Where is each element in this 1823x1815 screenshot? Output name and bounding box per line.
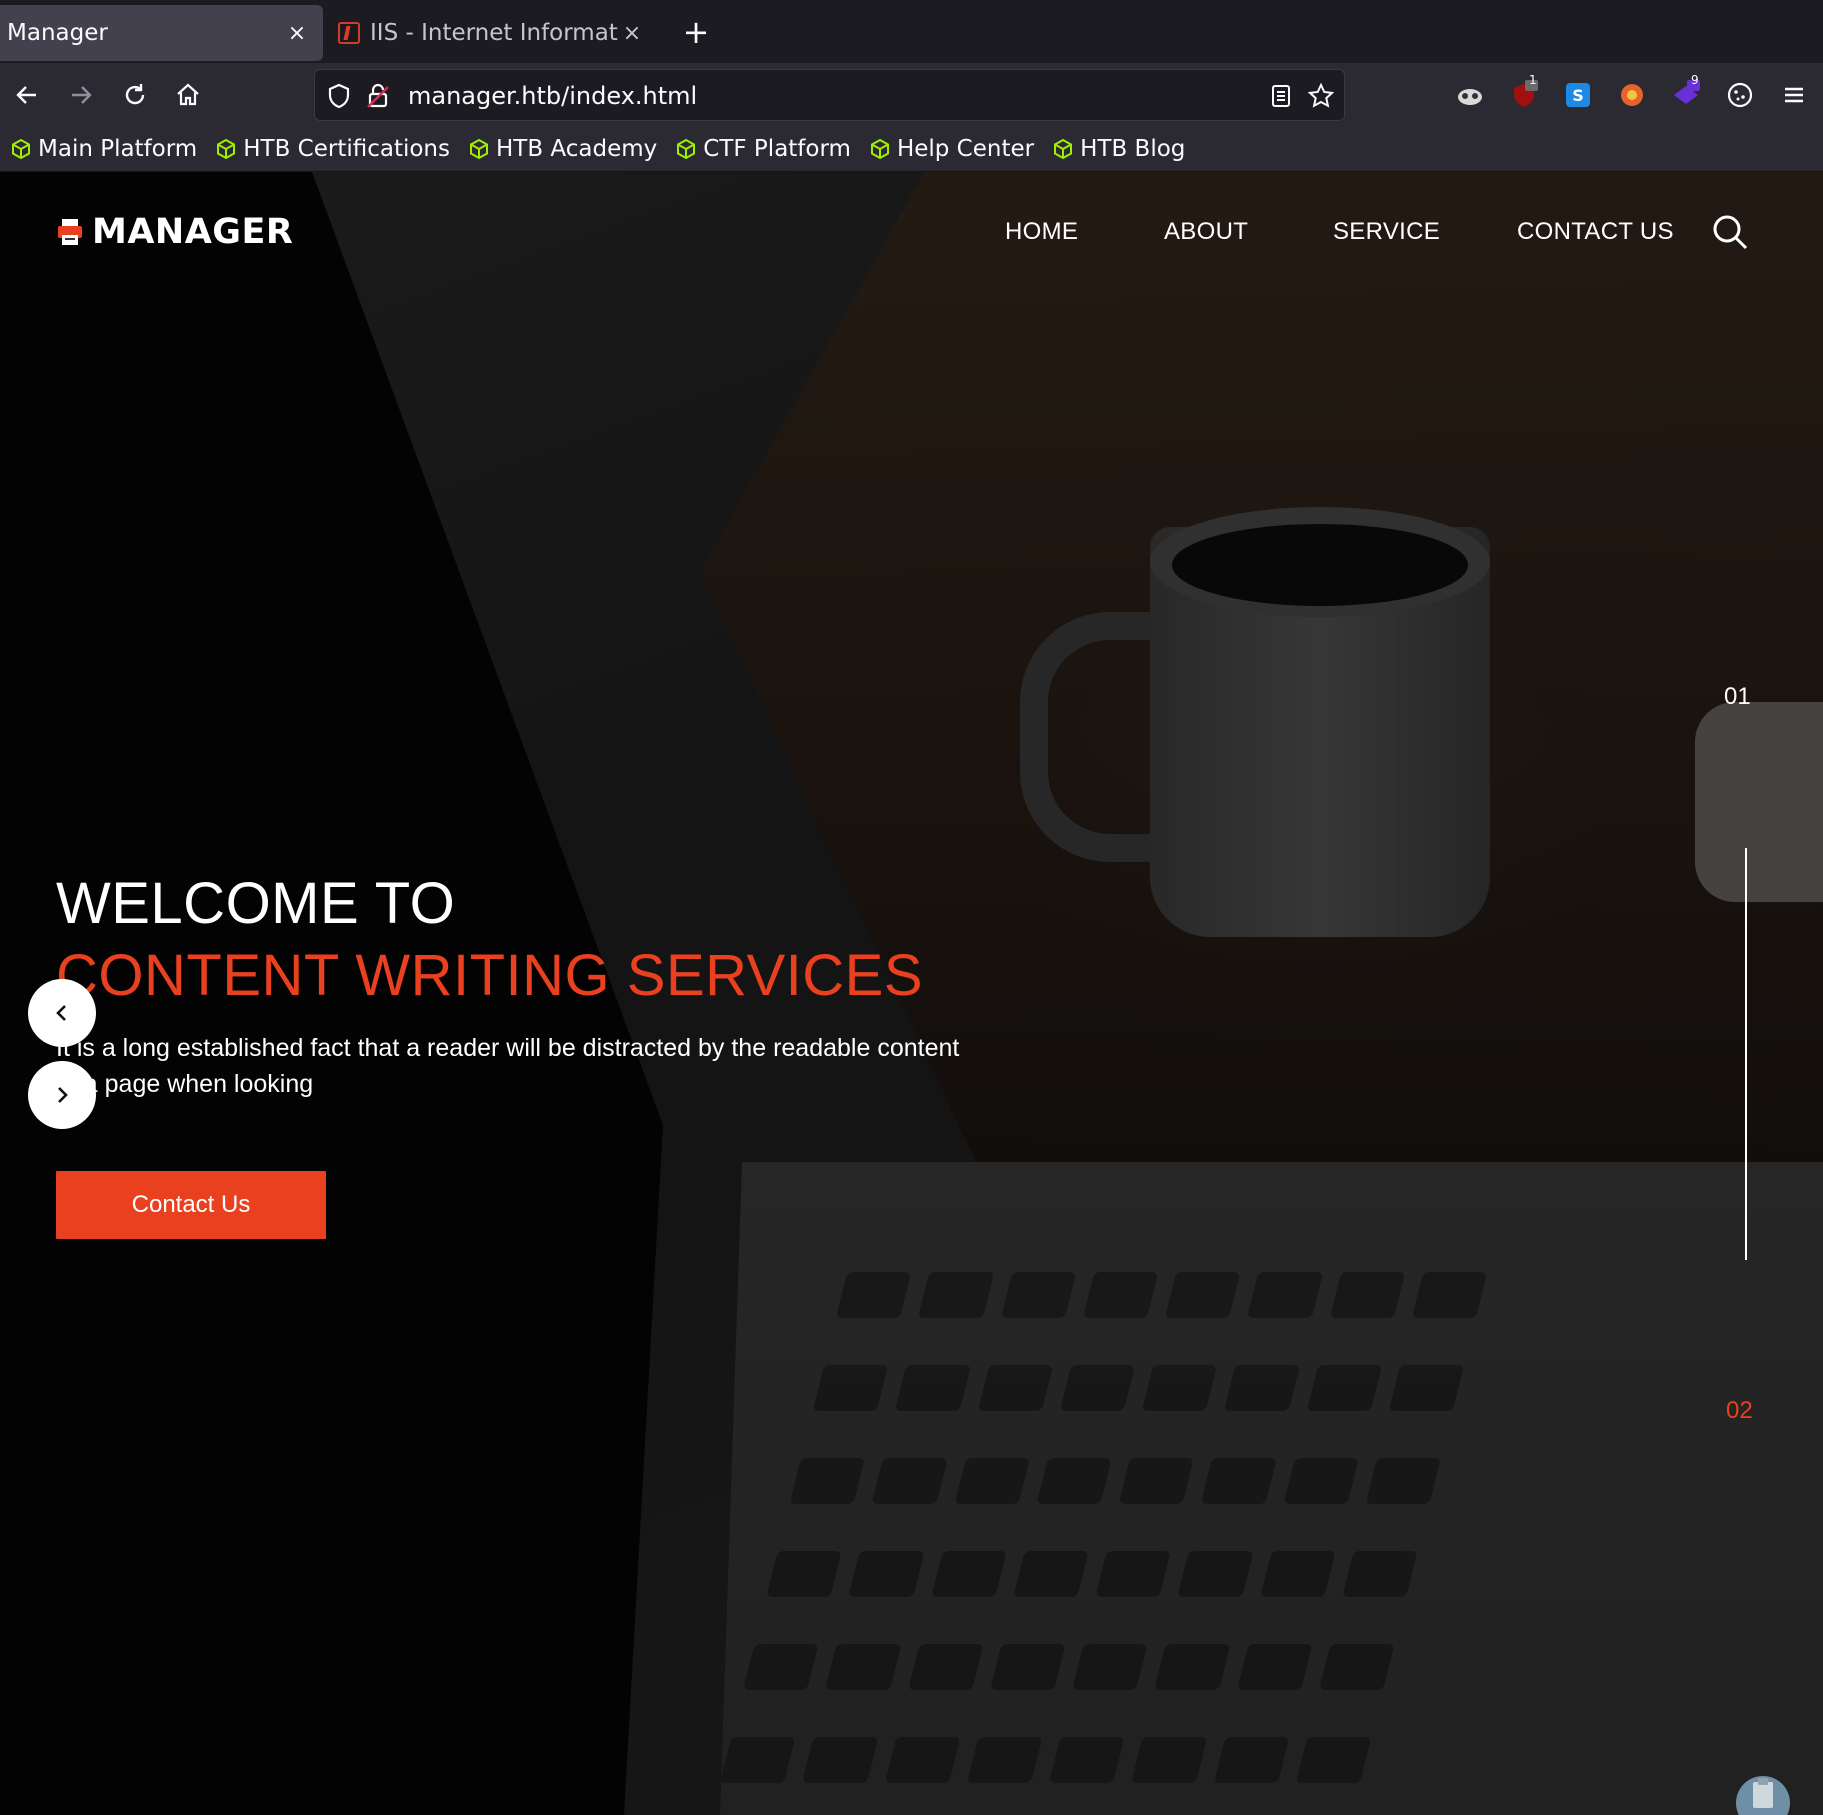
bookmark-label: HTB Certifications	[243, 136, 450, 162]
bookmark-label: CTF Platform	[703, 136, 851, 162]
cube-icon	[217, 138, 236, 160]
htb-favicon-icon	[338, 22, 360, 44]
logo-text: MANAGER	[92, 212, 294, 252]
home-icon[interactable]	[168, 75, 208, 115]
menu-icon[interactable]	[1774, 75, 1814, 115]
bookmark-htb-blog[interactable]: HTB Blog	[1052, 136, 1185, 162]
reload-icon[interactable]	[115, 75, 155, 115]
ublock-badge: 1	[1529, 73, 1537, 87]
url-bar[interactable]: manager.htb/index.html	[314, 69, 1345, 121]
chevron-right-icon	[58, 1087, 68, 1103]
close-tab-icon[interactable]: ×	[283, 21, 311, 46]
navigation-toolbar: manager.htb/index.html 1 S 9	[0, 63, 1823, 127]
shield-icon[interactable]	[325, 82, 353, 110]
bookmark-htb-academy[interactable]: HTB Academy	[468, 136, 657, 162]
cube-icon	[677, 138, 696, 160]
extension-fox-icon[interactable]	[1612, 75, 1652, 115]
bookmark-main-platform[interactable]: Main Platform	[10, 136, 197, 162]
forward-icon[interactable]	[61, 75, 101, 115]
bookmark-label: HTB Academy	[496, 136, 658, 162]
bookmark-label: Main Platform	[38, 136, 198, 162]
hero-description: It is a long established fact that a rea…	[56, 1034, 960, 1098]
bookmark-ctf-platform[interactable]: CTF Platform	[675, 136, 851, 162]
lock-icon[interactable]	[364, 82, 392, 110]
site-logo[interactable]: MANAGER	[56, 212, 293, 252]
slide-progress-line	[1745, 848, 1747, 1260]
site-header: MANAGER HOME ABOUT SERVICE CONTACT US	[0, 172, 1823, 282]
bookmark-label: Help Center	[896, 136, 1035, 162]
bookmark-help-center[interactable]: Help Center	[869, 136, 1034, 162]
search-icon[interactable]	[1712, 214, 1748, 250]
purple-badge: 9	[1691, 73, 1699, 87]
close-tab-icon[interactable]: ×	[618, 21, 646, 46]
extension-s-icon[interactable]: S	[1558, 75, 1598, 115]
tab-manager[interactable]: Manager ×	[0, 5, 323, 61]
url-text[interactable]: manager.htb/index.html	[408, 82, 697, 110]
star-icon[interactable]	[1307, 82, 1335, 110]
bookmark-label: HTB Blog	[1080, 136, 1186, 162]
carousel-prev-button[interactable]	[28, 979, 96, 1047]
cube-icon	[870, 138, 889, 160]
slide-indicator-next[interactable]: 02	[1726, 1397, 1753, 1425]
cube-icon	[470, 138, 488, 160]
bookmark-htb-certifications[interactable]: HTB Certifications	[215, 136, 450, 162]
extension-purple-icon[interactable]: 9	[1666, 73, 1706, 115]
nav-service[interactable]: SERVICE	[1333, 218, 1440, 246]
new-tab-button[interactable]: +	[680, 12, 712, 52]
cube-icon	[12, 138, 30, 160]
nav-home[interactable]: HOME	[1005, 218, 1078, 246]
carousel-next-button[interactable]	[28, 1061, 96, 1129]
slide-indicator-current[interactable]: 01	[1724, 683, 1751, 711]
nav-contact-us[interactable]: CONTACT US	[1517, 218, 1674, 246]
tab-title: Manager	[7, 20, 108, 46]
cookie-icon[interactable]	[1720, 75, 1760, 115]
back-icon[interactable]	[7, 75, 47, 115]
printer-icon	[58, 219, 82, 245]
tab-title: IIS - Internet Information	[370, 20, 618, 46]
hero-title-services: CONTENT WRITING SERVICES	[56, 943, 924, 1008]
chevron-left-icon	[56, 1005, 66, 1021]
nav-about[interactable]: ABOUT	[1164, 218, 1248, 246]
hero-title-welcome: WELCOME TO	[56, 871, 456, 936]
tab-iis[interactable]: IIS - Internet Information ×	[338, 5, 658, 61]
contact-us-button[interactable]: Contact Us	[56, 1171, 326, 1239]
reader-mode-icon[interactable]	[1267, 82, 1295, 110]
extension-icon[interactable]	[1450, 75, 1490, 115]
web-page: MANAGER HOME ABOUT SERVICE CONTACT US WE…	[0, 172, 1823, 1815]
svg-text:S: S	[1572, 86, 1584, 105]
cube-icon	[1054, 138, 1073, 160]
bookmarks-toolbar: Main Platform HTB Certifications HTB Aca…	[0, 127, 1823, 172]
tab-bar: Manager × IIS - Internet Information × +	[0, 0, 1823, 63]
ublock-icon[interactable]: 1	[1504, 73, 1544, 115]
